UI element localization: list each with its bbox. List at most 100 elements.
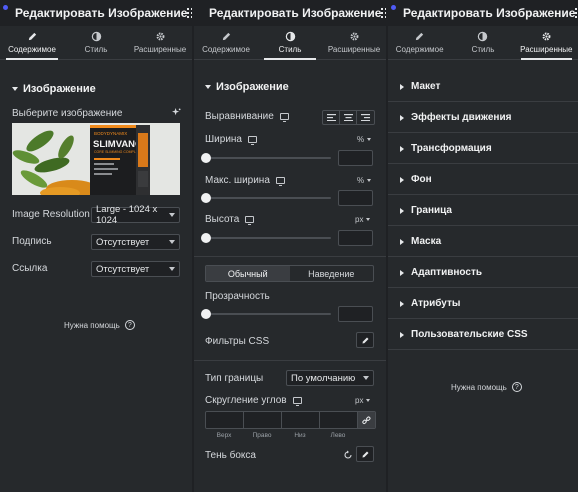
tab-advanced[interactable]: Расширенные [322,26,386,59]
slider-handle[interactable] [201,153,211,163]
height-label: Высота [205,214,255,225]
css-filters-edit-button[interactable] [356,332,374,348]
product-brand: BODYDYNAMIX [94,131,127,136]
width-slider[interactable] [201,153,331,163]
align-right-button[interactable] [357,111,374,124]
max-width-unit: % [357,176,365,185]
chevron-down-icon [169,213,175,217]
caret-right-icon [400,269,404,276]
widgets-grid-icon[interactable] [187,8,192,18]
section-border[interactable]: Граница [400,205,452,216]
radius-top-input[interactable] [206,412,244,428]
panel-tabs: Содержимое Стиль Расширенные [0,26,192,60]
section-custom-css[interactable]: Пользовательские CSS [400,329,528,340]
max-width-input[interactable] [338,190,373,206]
section-attributes[interactable]: Атрибуты [400,298,460,309]
radius-right-input[interactable] [244,412,282,428]
caption-label: Подпись [12,236,52,247]
border-type-label: Тип границы [205,373,264,384]
state-hover-button[interactable]: Наведение [290,266,374,281]
slider-handle[interactable] [201,309,211,319]
max-width-slider[interactable] [201,193,331,203]
width-unit-select[interactable]: % [357,135,372,144]
help-link[interactable]: Нужна помощь ? [64,320,135,330]
desktop-icon[interactable] [247,136,257,145]
border-type-select[interactable]: По умолчанию [286,370,374,386]
help-link[interactable]: Нужна помощь ? [451,382,522,392]
link-select[interactable]: Отсутствует [91,261,180,277]
chevron-down-icon [363,376,369,380]
widgets-grid-icon[interactable] [381,8,386,18]
section-responsive[interactable]: Адаптивность [400,267,482,278]
tab-style[interactable]: Стиль [258,26,322,60]
product-image: BODYDYNAMIX SLIMVANCE CORE SLIMMING COMP… [12,123,180,195]
opacity-label: Прозрачность [205,291,270,302]
height-unit-select[interactable]: px [355,215,371,224]
max-width-label: Макс. ширина [205,175,285,186]
align-left-button[interactable] [323,111,340,124]
resolution-select[interactable]: Large - 1024 x 1024 [91,204,180,226]
link-values-button[interactable] [358,412,375,428]
opacity-input[interactable] [338,306,373,322]
alignment-buttons [322,110,375,125]
state-normal-button[interactable]: Обычный [206,266,290,281]
tab-style[interactable]: Стиль [451,26,514,59]
height-slider[interactable] [201,233,331,243]
width-input[interactable] [338,150,373,166]
tab-advanced[interactable]: Расширенные [128,26,192,59]
reset-icon[interactable] [343,450,353,460]
section-layout[interactable]: Макет [400,81,440,92]
desktop-icon[interactable] [279,113,289,122]
tab-style[interactable]: Стиль [64,26,128,59]
caret-right-icon [400,300,404,307]
opacity-slider[interactable] [201,309,331,319]
align-left-icon [326,114,336,121]
link-label: Ссылка [12,263,48,274]
ai-sparkle-icon[interactable] [172,108,181,117]
tab-content[interactable]: Содержимое [0,26,64,60]
section-title: Изображение [216,81,289,93]
divider [194,256,386,257]
choose-image-label: Выберите изображение [12,108,123,119]
link-icon [362,415,371,424]
tab-style-label: Стиль [471,45,495,54]
height-input[interactable] [338,230,373,246]
desktop-icon[interactable] [292,397,302,406]
divider [388,349,578,350]
pencil-icon [362,451,368,457]
section-transform[interactable]: Трансформация [400,143,492,154]
top-bar: Редактировать Изображение [194,0,386,26]
width-unit: % [357,135,365,144]
panel-tabs: Содержимое Стиль Расширенные [194,26,386,60]
caption-select[interactable]: Отсутствует [91,234,180,250]
caret-right-icon [400,238,404,245]
box-shadow-edit-button[interactable] [356,446,374,462]
image-preview[interactable]: BODYDYNAMIX SLIMVANCE CORE SLIMMING COMP… [12,123,180,195]
radius-left-input[interactable] [320,412,358,428]
alignment-label-text: Выравнивание [205,111,274,122]
tab-content[interactable]: Содержимое [194,26,258,59]
slider-handle[interactable] [201,233,211,243]
max-width-unit-select[interactable]: % [357,176,372,185]
section-border-label: Граница [411,205,452,216]
section-image-header[interactable]: Изображение [12,83,96,95]
section-background-label: Фон [411,174,432,185]
slider-handle[interactable] [201,193,211,203]
radius-bottom-input[interactable] [282,412,320,428]
section-image-header[interactable]: Изображение [205,81,289,93]
tab-advanced-label: Расширенные [327,45,381,54]
desktop-icon[interactable] [245,216,255,225]
advanced-panel: Редактировать Изображение Содержимое Сти… [388,0,578,492]
desktop-icon[interactable] [275,177,285,186]
section-motion-effects[interactable]: Эффекты движения [400,112,511,123]
align-center-button[interactable] [340,111,357,124]
question-icon: ? [511,382,522,392]
divider [388,287,578,288]
radius-unit-select[interactable]: px [355,396,371,405]
section-background[interactable]: Фон [400,174,432,185]
section-mask[interactable]: Маска [400,236,441,247]
tab-content[interactable]: Содержимое [388,26,451,59]
chevron-down-icon [367,138,372,141]
tab-advanced[interactable]: Расширенные [515,26,578,60]
divider [388,318,578,319]
